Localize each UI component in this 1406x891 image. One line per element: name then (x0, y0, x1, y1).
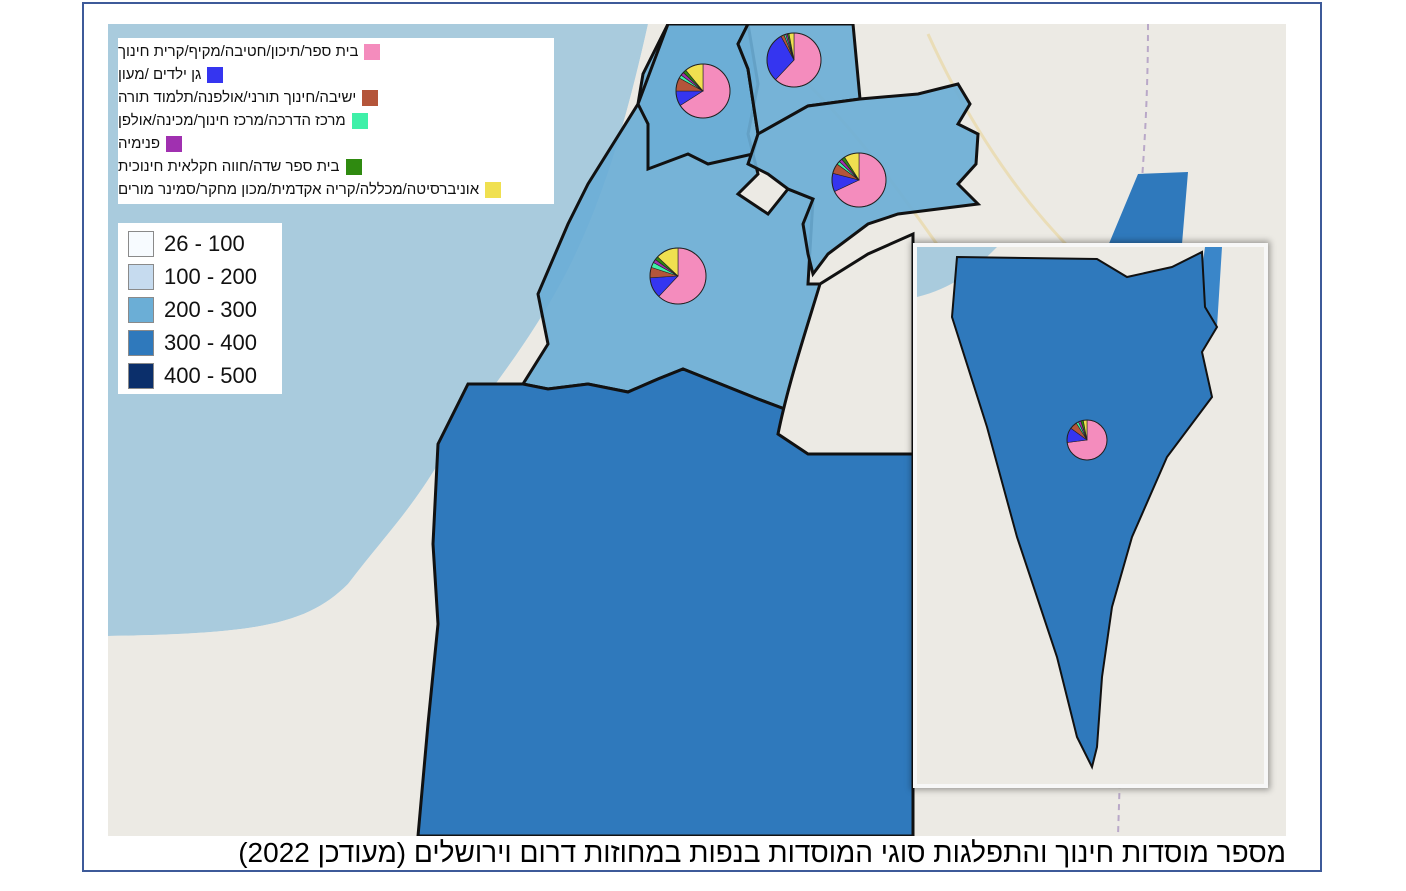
type-legend-swatch (351, 112, 368, 129)
type-legend-label: מרכז הדרכה/מרכז חינוך/מכינה/אולפן (118, 112, 346, 129)
type-legend-label: פנימיה (118, 135, 160, 152)
class-legend-swatch (128, 230, 154, 257)
type-legend-item: בית ספר/תיכון/חטיבה/מקיף/קרית חינוך (118, 40, 554, 63)
type-legend-item: בית ספר שדה/חווה חקלאית חינוכית (118, 155, 554, 178)
class-legend-swatch (128, 329, 154, 356)
type-legend-item: גן ילדים /מעון (118, 63, 554, 86)
pie-district-jerusalem[interactable] (831, 152, 887, 208)
type-legend-swatch (485, 181, 502, 198)
class-legend: 26 - 100 100 - 200 200 - 300 300 - 400 400 -… (118, 223, 282, 394)
type-legend-item: ישיבה/חינוך תורני/אולפנה/תלמוד תורה (118, 86, 554, 109)
pie-district-north-a[interactable] (675, 63, 731, 119)
inset-canvas (917, 247, 1264, 784)
inset-map-negev[interactable] (913, 243, 1268, 788)
class-legend-item: 300 - 400 (118, 326, 282, 359)
class-legend-item: 400 - 500 (118, 359, 282, 392)
type-legend-item: פנימיה (118, 132, 554, 155)
pie-district-central[interactable] (649, 247, 707, 305)
class-legend-label: 100 - 200 (164, 263, 257, 289)
type-legend-swatch (362, 89, 379, 106)
class-legend-label: 400 - 500 (164, 362, 257, 388)
pie-district-north-b[interactable] (766, 32, 822, 88)
type-legend-swatch (166, 135, 182, 152)
type-legend-swatch (364, 43, 381, 60)
type-legend-label: בית ספר שדה/חווה חקלאית חינוכית (118, 158, 340, 175)
type-legend-label: בית ספר/תיכון/חטיבה/מקיף/קרית חינוך (118, 43, 359, 60)
class-legend-item: 200 - 300 (118, 293, 282, 326)
type-legend-label: אוניברסיטה/מכללה/קריה אקדמית/מכון מחקר/ס… (118, 181, 480, 198)
class-legend-item: 26 - 100 (118, 227, 282, 260)
class-legend-swatch (128, 263, 154, 290)
type-legend-item: מרכז הדרכה/מרכז חינוך/מכינה/אולפן (118, 109, 554, 132)
type-legend: בית ספר/תיכון/חטיבה/מקיף/קרית חינוך גן יל… (118, 38, 554, 204)
figure-caption: מספר מוסדות חינוך והתפלגות סוגי המוסדות … (238, 837, 1286, 868)
class-legend-label: 26 - 100 (164, 230, 245, 256)
class-legend-swatch (128, 362, 154, 389)
type-legend-swatch (345, 158, 362, 175)
type-legend-swatch (207, 66, 224, 83)
class-legend-label: 300 - 400 (164, 329, 257, 355)
class-legend-label: 200 - 300 (164, 296, 257, 322)
type-legend-label: גן ילדים /מעון (118, 66, 202, 83)
type-legend-item: אוניברסיטה/מכללה/קריה אקדמית/מכון מחקר/ס… (118, 178, 554, 201)
type-legend-label: ישיבה/חינוך תורני/אולפנה/תלמוד תורה (118, 89, 357, 106)
pie-negev[interactable] (1066, 419, 1108, 461)
class-legend-item: 100 - 200 (118, 260, 282, 293)
class-legend-swatch (128, 296, 154, 323)
